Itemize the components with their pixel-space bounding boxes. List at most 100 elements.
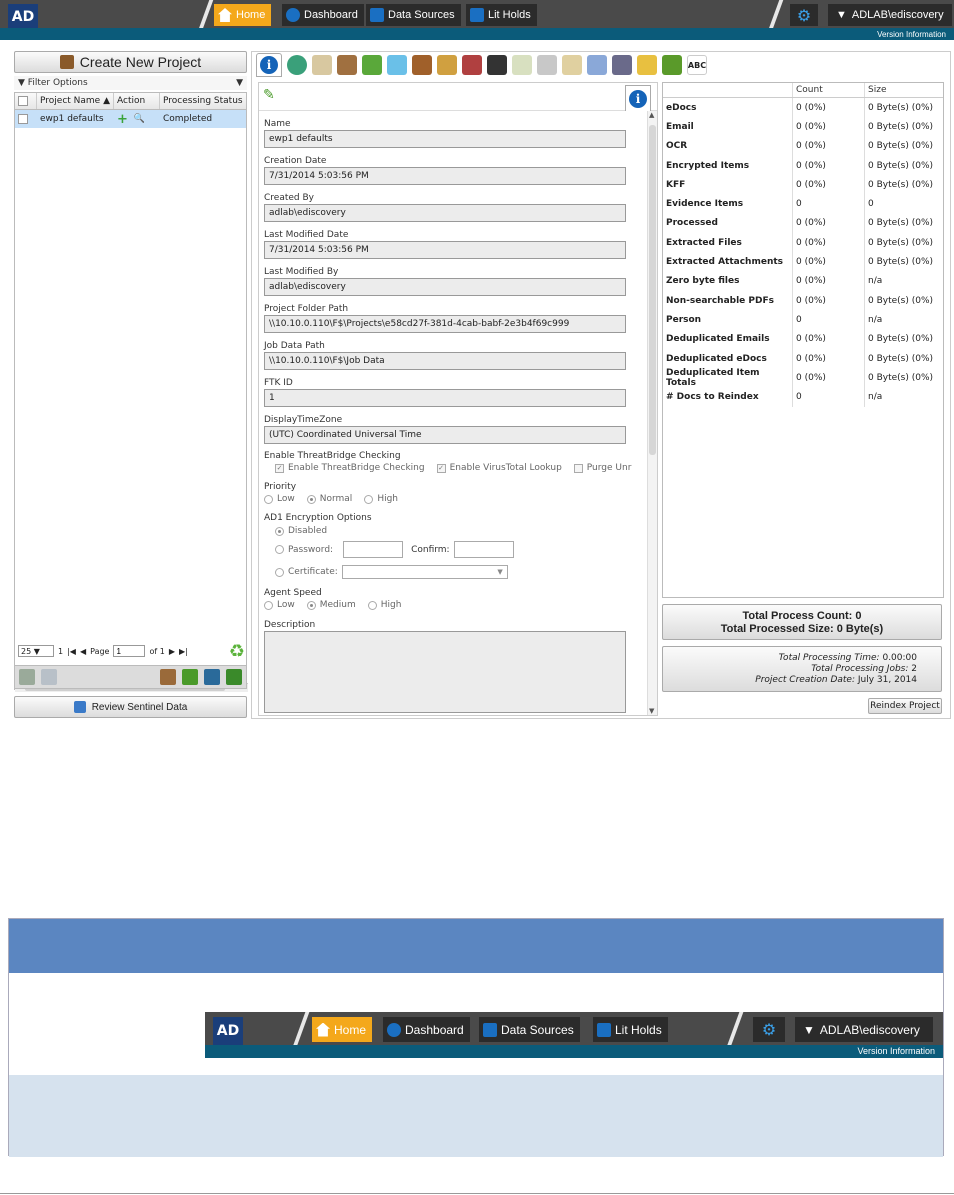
- column-project-name[interactable]: Project Name ▲: [37, 93, 114, 109]
- review-sentinel-data-button[interactable]: Review Sentinel Data: [14, 696, 247, 718]
- filter-options-toggle[interactable]: ▼ Filter Options ▼: [14, 76, 247, 90]
- ad1-password-radio[interactable]: [275, 545, 284, 554]
- nav-dashboard-button[interactable]: Dashboard: [282, 4, 364, 26]
- created-by-field[interactable]: adlab\ediscovery: [264, 204, 626, 222]
- tab-pen[interactable]: [612, 55, 632, 75]
- refresh-icon[interactable]: ♻: [229, 641, 245, 662]
- tab-boxes[interactable]: [412, 55, 432, 75]
- job-data-path-field[interactable]: \\10.10.0.110\F$\Job Data: [264, 352, 626, 370]
- stat-label: eDocs: [663, 98, 793, 118]
- column-action[interactable]: Action: [114, 93, 160, 109]
- version-info-link[interactable]: Version Information: [877, 30, 946, 39]
- project-folder-path-field[interactable]: \\10.10.0.110\F$\Projects\e58cd27f-381d-…: [264, 315, 626, 333]
- boxes-icon[interactable]: [160, 669, 176, 685]
- nav-home-button[interactable]: Home: [214, 4, 272, 26]
- priority-low-radio[interactable]: [264, 494, 273, 504]
- import-icon[interactable]: [204, 669, 220, 685]
- row-checkbox[interactable]: [15, 110, 37, 128]
- search-icon[interactable]: 🔍: [134, 114, 145, 124]
- name-field[interactable]: ewp1 defaults: [264, 130, 626, 148]
- stats-row: Person 0 n/a: [663, 310, 943, 330]
- speed-low-radio[interactable]: [264, 600, 273, 610]
- info-tab[interactable]: i: [625, 85, 651, 111]
- priority-options: Low Normal High: [264, 494, 398, 504]
- description-field[interactable]: [264, 631, 626, 713]
- password-input[interactable]: [343, 541, 404, 558]
- delete-icon[interactable]: [19, 669, 35, 685]
- create-new-project-button[interactable]: Create New Project: [14, 51, 247, 73]
- nav-lit-holds-button[interactable]: Lit Holds: [593, 1017, 668, 1042]
- tab-globe[interactable]: [287, 55, 307, 75]
- user-menu[interactable]: ▼ ADLAB\ediscovery: [828, 4, 952, 26]
- page-size-select[interactable]: 25 ▼: [18, 645, 54, 657]
- logo[interactable]: AD: [8, 4, 38, 30]
- tab-clipboard-lock[interactable]: [637, 55, 657, 75]
- add-icon[interactable]: +: [117, 112, 128, 127]
- last-page-icon[interactable]: ▶|: [179, 647, 188, 656]
- nav-dashboard-button[interactable]: Dashboard: [383, 1017, 470, 1042]
- tab-info[interactable]: i: [256, 53, 282, 77]
- nav-lit-holds-button[interactable]: Lit Holds: [466, 4, 537, 26]
- gear-icon[interactable]: ⚙: [790, 4, 818, 26]
- virustotal-checkbox[interactable]: ✓: [436, 463, 446, 473]
- tab-green-box[interactable]: [662, 55, 682, 75]
- time-zone-field[interactable]: (UTC) Coordinated Universal Time: [264, 426, 626, 444]
- column-icon[interactable]: [226, 669, 242, 685]
- tab-kff[interactable]: [487, 55, 507, 75]
- first-page-icon[interactable]: |◀: [67, 647, 76, 656]
- project-info-form: ✎ i ▲ ▼ Name ewp1 defaults Creation Date …: [258, 82, 658, 716]
- last-modified-by-field[interactable]: adlab\ediscovery: [264, 278, 626, 296]
- vertical-scrollbar[interactable]: ▲ ▼: [647, 111, 657, 715]
- certificate-select[interactable]: ▼: [341, 565, 508, 579]
- nav-data-sources-button[interactable]: Data Sources: [479, 1017, 580, 1042]
- logo: AD: [213, 1017, 243, 1045]
- priority-label: Priority: [264, 482, 297, 492]
- stat-count: 0 (0%): [793, 213, 865, 234]
- stat-count: 0 (0%): [793, 329, 865, 349]
- priority-high-radio[interactable]: [364, 494, 374, 504]
- gear-icon[interactable]: ⚙: [753, 1017, 785, 1042]
- user-menu[interactable]: ▼ ADLAB\ediscovery: [795, 1017, 933, 1042]
- ad1-disabled-radio[interactable]: [275, 526, 284, 536]
- page-number-input[interactable]: [113, 645, 146, 657]
- tab-person-card[interactable]: [337, 55, 357, 75]
- tab-abc[interactable]: ABC: [687, 55, 707, 75]
- purge-checkbox[interactable]: [573, 463, 583, 473]
- stat-label: OCR: [663, 136, 793, 156]
- pencil-icon[interactable]: ✎: [263, 87, 275, 103]
- tab-clipboard[interactable]: [312, 55, 332, 75]
- ad1-certificate-radio[interactable]: [275, 567, 284, 577]
- confirm-password-input[interactable]: [453, 541, 514, 558]
- nav-data-sources-button[interactable]: Data Sources: [366, 4, 461, 26]
- prev-page-icon[interactable]: ◀: [80, 647, 86, 656]
- speed-medium-radio[interactable]: [306, 600, 316, 610]
- next-page-icon[interactable]: ▶: [169, 647, 175, 656]
- tab-person[interactable]: [362, 55, 382, 75]
- nav-home-button[interactable]: Home: [312, 1017, 373, 1042]
- stat-count: 0 (0%): [793, 175, 865, 195]
- select-all-checkbox[interactable]: [15, 93, 37, 109]
- total-size-value: 0 Byte(s): [836, 622, 884, 635]
- speed-high-radio[interactable]: [367, 600, 377, 610]
- reindex-project-button[interactable]: Reindex Project: [868, 698, 942, 714]
- tab-tag[interactable]: [387, 55, 407, 75]
- tab-edit[interactable]: [587, 55, 607, 75]
- table-row[interactable]: ewp1 defaults + 🔍 Completed: [15, 110, 246, 128]
- tab-report[interactable]: [462, 55, 482, 75]
- project-name-cell: ewp1 defaults: [40, 114, 104, 124]
- tab-notes[interactable]: [562, 55, 582, 75]
- column-processing-status[interactable]: Processing Status: [160, 93, 246, 109]
- priority-normal-radio[interactable]: [306, 494, 316, 504]
- wrench-icon[interactable]: [182, 669, 198, 685]
- stats-row: Zero byte files 0 (0%) n/a: [663, 271, 943, 291]
- ad1-certificate-option: Certificate: ▼: [275, 565, 508, 579]
- last-modified-date-field[interactable]: 7/31/2014 5:03:56 PM: [264, 241, 626, 259]
- ftk-id-field[interactable]: 1: [264, 389, 626, 407]
- creation-date-field[interactable]: 7/31/2014 5:03:56 PM: [264, 167, 626, 185]
- tab-chart[interactable]: [437, 55, 457, 75]
- version-info-link[interactable]: Version Information: [857, 1046, 935, 1056]
- tab-export[interactable]: [512, 55, 532, 75]
- tab-lock[interactable]: [537, 55, 557, 75]
- email-icon[interactable]: [41, 669, 57, 685]
- threatbridge-checkbox[interactable]: ✓: [275, 463, 284, 473]
